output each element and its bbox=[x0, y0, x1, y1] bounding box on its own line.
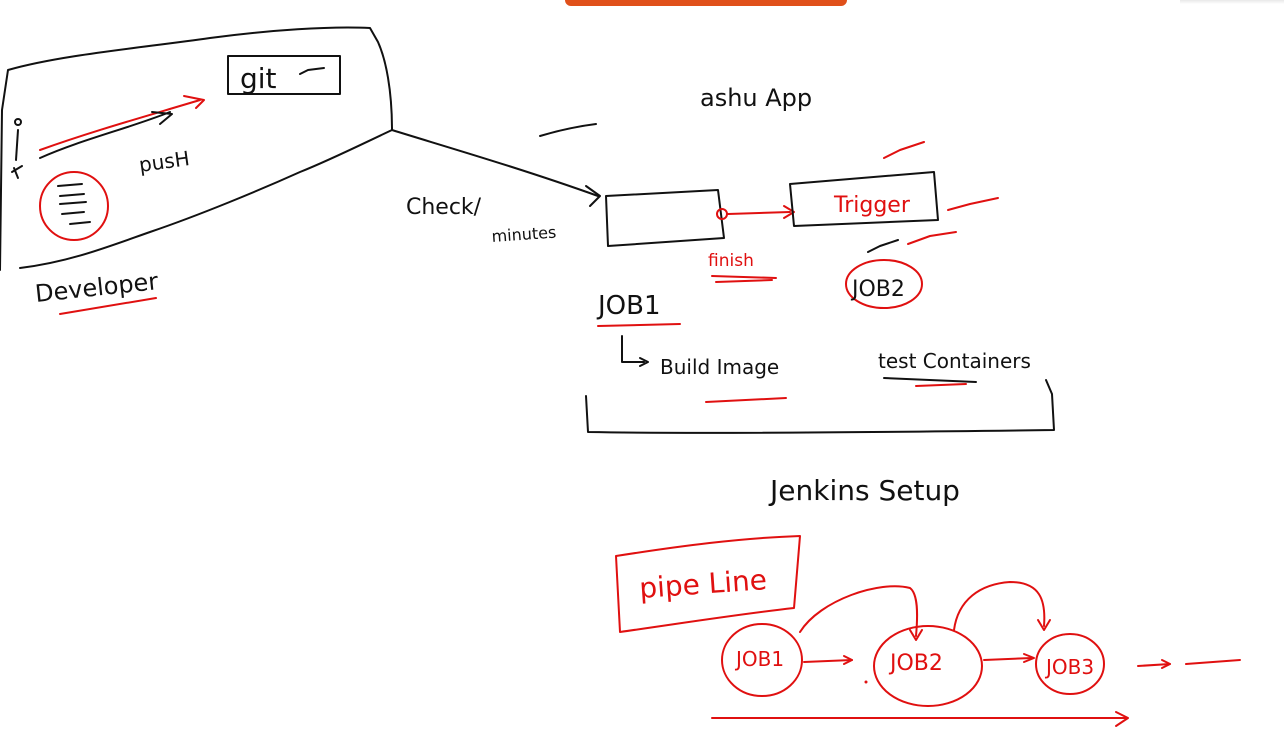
job1-underline bbox=[597, 323, 681, 327]
ink-dash bbox=[539, 123, 597, 137]
developer-group: git pusH Developer bbox=[0, 26, 393, 315]
test-containers-underline bbox=[883, 377, 977, 383]
test-containers-underline-red bbox=[915, 383, 967, 387]
finish-underline bbox=[711, 275, 777, 283]
pipeline-group: pipe Line JOB1 JOB2 JOB3 bbox=[615, 535, 1241, 727]
job2-label: JOB2 bbox=[850, 277, 905, 302]
jenkins-setup-label: Jenkins Setup bbox=[768, 474, 960, 507]
check-label: Check/ bbox=[406, 195, 482, 220]
developer-file-circle bbox=[39, 171, 109, 241]
pipeline-job1-label: JOB1 bbox=[734, 647, 784, 671]
push-arrow-red bbox=[39, 99, 201, 151]
minutes-label: minutes bbox=[491, 223, 557, 246]
push-label: pusH bbox=[137, 146, 191, 177]
developer-label: Developer bbox=[34, 267, 160, 308]
trigger-check-icon-2 bbox=[947, 197, 999, 211]
job2-check-icon-2 bbox=[907, 231, 957, 245]
person-icon bbox=[11, 118, 23, 179]
pipeline-job2-label: JOB2 bbox=[888, 651, 943, 676]
trigger-label: Trigger bbox=[833, 193, 911, 218]
trigger-check-icon-1 bbox=[883, 141, 925, 159]
file-icon bbox=[57, 183, 91, 225]
pipeline-arrow-tail bbox=[1185, 659, 1241, 665]
build-image-label: Build Image bbox=[660, 355, 779, 379]
app-label: ashu App bbox=[700, 84, 812, 112]
trigger-arrow bbox=[727, 211, 791, 215]
developer-boundary bbox=[0, 26, 393, 271]
pipeline-job3-label: JOB3 bbox=[1044, 655, 1094, 679]
git-label: git bbox=[240, 62, 277, 95]
pipeline-dot bbox=[864, 680, 868, 684]
finish-label: finish bbox=[708, 251, 754, 271]
pipeline-arrow-2-3 bbox=[983, 657, 1033, 661]
job1-box bbox=[605, 189, 725, 247]
build-image-underline bbox=[705, 397, 787, 403]
job1-label: JOB1 bbox=[596, 291, 661, 321]
jenkins-setup: finish Trigger JOB2 JOB1 Build Image tes… bbox=[585, 141, 1055, 507]
pipeline-title: pipe Line bbox=[638, 563, 768, 605]
pipeline-arrow-1-2 bbox=[803, 659, 853, 663]
pipeline-arc-1-2 bbox=[799, 585, 919, 637]
test-containers-label: test Containers bbox=[878, 349, 1031, 373]
whiteboard-canvas: git pusH Developer Check/ minutes ashu A… bbox=[0, 26, 1241, 727]
pipeline-arc-2-3 bbox=[953, 581, 1046, 631]
jenkins-bracket bbox=[585, 379, 1055, 434]
git-check-icon bbox=[299, 67, 325, 75]
job2-check-icon-1 bbox=[867, 239, 899, 253]
check-connector bbox=[391, 129, 599, 197]
